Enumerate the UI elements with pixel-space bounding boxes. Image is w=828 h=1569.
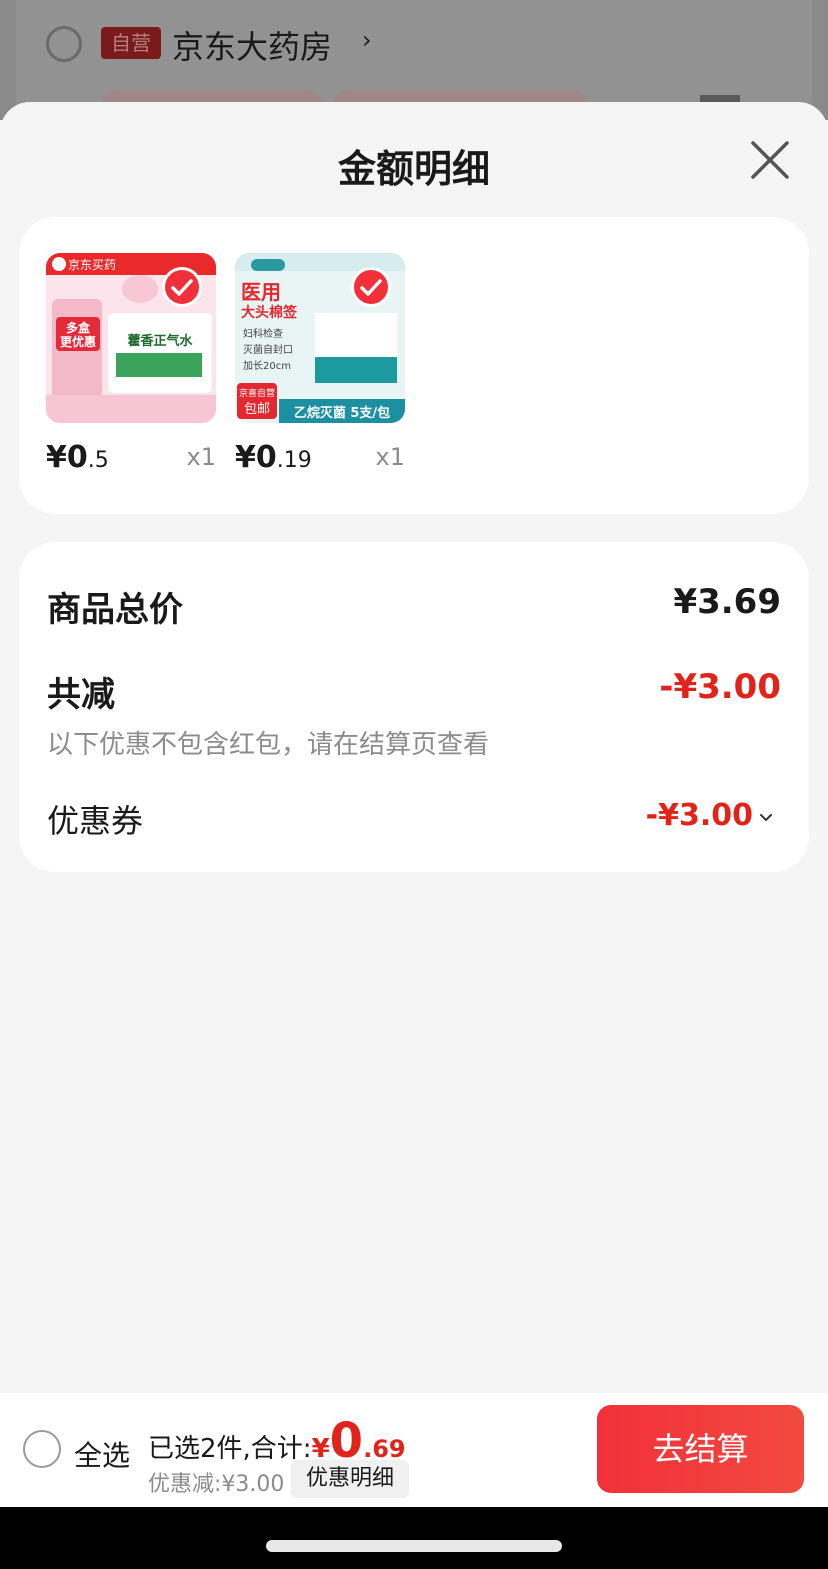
product-quantity: x1 [186,443,216,471]
total-price-label: 商品总价 [47,590,183,630]
select-all-label[interactable]: 全选 [74,1434,130,1474]
price-integer: ¥0 [235,440,277,475]
thumb-text: 灭菌自封口 [243,343,293,356]
background-store-radio [46,26,82,62]
price-decimal: .19 [276,448,312,473]
sheet-title: 金额明细 [337,147,490,191]
thumb-text: 妇科检查 [243,327,283,340]
checkout-bar: 全选 已选2件,合计:¥0.69 优惠减:¥3.00 优惠明细 去结算 [0,1393,828,1507]
coupon-label: 优惠券 [47,802,144,840]
price-decimal: .5 [87,448,109,473]
products-card: 京东买药 多盒 更优惠 藿香正气水 ¥0.5 x1 医用 大头棉签 妇科检查 灭… [19,217,809,514]
coupon-value: -¥3.00 [645,798,753,833]
checkout-button[interactable]: 去结算 [597,1405,804,1493]
total-reduction-value: -¥3.00 [659,667,781,707]
select-all-radio[interactable] [23,1430,61,1468]
reduction-note: 以下优惠不包含红包，请在结算页查看 [47,730,490,760]
background-store-name: 京东大药房 [172,28,333,66]
total-price-value: ¥3.69 [673,582,781,622]
background-self-operated-badge: 自营 [101,27,161,59]
close-button[interactable] [748,138,792,182]
selected-count-text: 已选2件,合计: [148,1434,312,1464]
total-decimal: .69 [363,1435,406,1463]
thumb-text: 大头棉签 [241,304,298,321]
product-quantity: x1 [375,443,405,471]
amount-detail-sheet: 金额明细 京东买药 多盒 更优惠 藿香正气水 ¥0.5 x1 医用 大头棉签 妇… [0,102,828,1569]
chevron-right-icon: › [362,26,372,54]
thumb-text: 加长20cm [243,360,291,372]
discount-amount: 优惠减:¥3.00 [148,1472,285,1497]
product-price: ¥0.19 [235,440,312,475]
price-integer: ¥0 [46,440,88,475]
system-navigation-bar [0,1507,828,1569]
selected-check-icon [351,267,391,307]
thumb-text: 更优惠 [60,334,96,349]
thumb-product-name: 藿香正气水 [127,333,193,349]
thumb-text: 乙烷灭菌 5支/包 [294,405,390,421]
close-icon [751,141,789,179]
thumb-text: 多盒 [66,320,91,335]
coupon-value-toggle[interactable]: -¥3.00 [646,798,773,833]
thumb-text: 京喜自营 [239,387,275,399]
discount-detail-button[interactable]: 优惠明细 [291,1460,409,1498]
thumb-text: 包邮 [244,402,270,417]
thumb-text: 医用 [241,280,281,304]
total-reduction-label: 共减 [47,675,115,715]
price-summary-card: 商品总价 ¥3.69 共减 -¥3.00 以下优惠不包含红包，请在结算页查看 优… [19,542,809,872]
selected-check-icon [162,267,202,307]
thumb-brand: 京东买药 [68,258,116,272]
home-indicator[interactable] [266,1540,562,1552]
product-price: ¥0.5 [46,440,109,475]
chevron-down-icon [760,813,772,821]
